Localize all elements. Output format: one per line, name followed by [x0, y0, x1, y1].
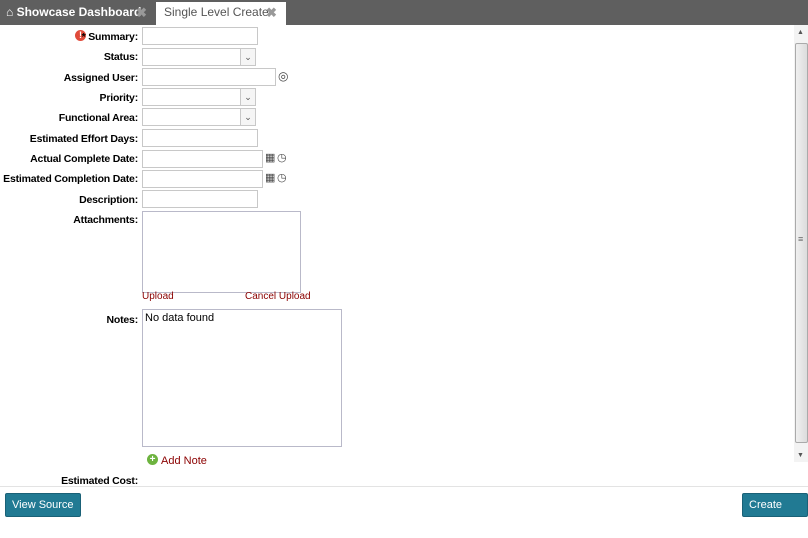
attachments-label: Attachments:	[73, 214, 138, 226]
view-source-button[interactable]: View Source	[5, 493, 81, 517]
chevron-down-icon: ⌄	[240, 89, 255, 105]
create-task-button[interactable]: Create Task	[742, 493, 808, 533]
description-input[interactable]	[142, 190, 258, 208]
upload-link[interactable]: Upload	[142, 291, 174, 302]
actual-complete-label: Actual Complete Date:	[30, 153, 138, 165]
est-completion-input[interactable]	[142, 170, 263, 188]
assigned-user-input[interactable]	[142, 68, 276, 86]
scroll-down-icon[interactable]: ▼	[797, 452, 804, 459]
home-icon: ⌂	[6, 5, 17, 19]
scrollbar[interactable]: ▲ ≡ ▼	[794, 25, 808, 462]
scroll-up-icon[interactable]: ▲	[797, 29, 804, 36]
lookup-icon[interactable]: ◎	[278, 69, 288, 83]
scrollbar-thumb[interactable]: ≡	[795, 43, 808, 443]
calendar-icon[interactable]: ▦	[265, 171, 275, 184]
priority-label: Priority:	[99, 92, 139, 104]
functional-area-select[interactable]: ⌄	[142, 108, 256, 126]
actual-complete-input[interactable]	[142, 150, 263, 168]
grip-icon: ≡	[798, 234, 804, 244]
tab-showcase-dashboard[interactable]: ⌂ Showcase Dashboard ✖	[0, 2, 155, 25]
calendar-icon[interactable]: ▦	[265, 151, 275, 164]
summary-label: * Summary:	[81, 31, 139, 43]
chevron-down-icon: ⌄	[240, 49, 255, 65]
est-completion-label: Estimated Completion Date:	[3, 173, 138, 185]
notes-label: Notes:	[106, 314, 139, 326]
notes-box[interactable]: No data found	[142, 309, 342, 447]
priority-select[interactable]: ⌄	[142, 88, 256, 106]
footer-divider	[0, 486, 808, 487]
chevron-down-icon: ⌄	[240, 109, 255, 125]
clock-icon[interactable]: ◷	[277, 151, 287, 164]
effort-input[interactable]	[142, 129, 258, 147]
status-label: Status:	[103, 51, 138, 63]
effort-label: Estimated Effort Days:	[29, 133, 138, 145]
functional-area-label: Functional Area:	[58, 112, 138, 124]
add-icon[interactable]: +	[147, 454, 158, 465]
summary-input[interactable]	[142, 27, 258, 45]
status-select[interactable]: ⌄	[142, 48, 256, 66]
clock-icon[interactable]: ◷	[277, 171, 287, 184]
add-note-link[interactable]: Add Note	[161, 455, 207, 467]
tab-single-level-create[interactable]: Single Level Create ✖	[156, 2, 286, 25]
cancel-upload-link[interactable]: Cancel Upload	[245, 291, 311, 302]
tab-bar: ⌂ Showcase Dashboard ✖ Single Level Creat…	[0, 0, 808, 25]
assigned-user-label: Assigned User:	[63, 72, 138, 84]
description-label: Description:	[79, 194, 138, 206]
attachments-box[interactable]	[142, 211, 301, 293]
notes-empty-text: No data found	[145, 312, 215, 324]
close-icon[interactable]: ✖	[136, 2, 147, 23]
close-icon[interactable]: ✖	[266, 2, 277, 23]
